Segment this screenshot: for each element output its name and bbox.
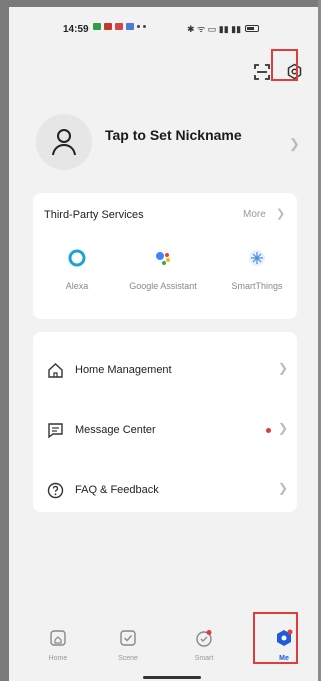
home-icon: [50, 630, 66, 646]
question-icon: [47, 482, 64, 499]
smartthings-icon: [249, 250, 265, 266]
service-smartthings[interactable]: SmartThings: [217, 248, 297, 292]
google-assistant-icon: [156, 252, 170, 265]
service-alexa[interactable]: Alexa: [37, 248, 117, 292]
chevron-right-icon: ❯: [278, 361, 289, 375]
system-status-text: ✱ ᯤ ▭ ▮▮ ▮▮: [187, 24, 242, 34]
tab-smart[interactable]: Smart: [179, 625, 229, 662]
notification-icon: [93, 23, 101, 30]
third-party-services-card: Third-Party Services More ❯ Alexa Google…: [33, 193, 297, 319]
status-bar: 14:59 ✱ ᯤ ▭ ▮▮ ▮▮: [9, 7, 318, 47]
tab-label: Scene: [118, 655, 138, 662]
menu-item-faq-feedback[interactable]: FAQ & Feedback ❯: [33, 460, 297, 520]
tab-scene[interactable]: Scene: [103, 625, 153, 662]
scan-icon[interactable]: [253, 63, 271, 81]
tab-label: Home: [48, 655, 68, 662]
notification-icon: [104, 23, 112, 30]
notification-icons: [93, 23, 146, 30]
services-title: Third-Party Services: [44, 209, 144, 221]
me-tab-highlight-box: [253, 612, 298, 664]
smart-icon: [196, 630, 212, 647]
menu-item-label: FAQ & Feedback: [75, 484, 159, 496]
nickname-prompt[interactable]: Tap to Set Nickname: [105, 127, 242, 143]
message-icon: [48, 423, 63, 439]
chevron-right-icon[interactable]: ❯: [276, 207, 285, 220]
avatar[interactable]: [36, 114, 92, 170]
more-link[interactable]: More: [243, 209, 266, 220]
menu-card: Home Management ❯ Message Center ❯ FAQ &…: [33, 332, 297, 512]
tab-label: Smart: [194, 655, 214, 662]
chevron-right-icon: ❯: [278, 481, 289, 495]
menu-item-label: Home Management: [75, 364, 172, 376]
house-icon: [48, 363, 63, 378]
unread-dot-badge: [266, 428, 271, 433]
notification-dot-icon: [143, 25, 146, 28]
menu-item-message-center[interactable]: Message Center ❯: [33, 400, 297, 460]
menu-item-home-management[interactable]: Home Management ❯: [33, 340, 297, 400]
service-label: SmartThings: [231, 281, 283, 291]
status-time: 14:59: [63, 24, 89, 35]
menu-item-label: Message Center: [75, 424, 156, 436]
notification-icon: [126, 23, 134, 30]
frame-border-left: [0, 0, 9, 681]
system-status-icons: ✱ ᯤ ▭ ▮▮ ▮▮: [187, 22, 260, 35]
scene-icon: [120, 630, 136, 646]
home-indicator: [143, 676, 201, 679]
notification-dot-icon: [137, 25, 140, 28]
alexa-icon: [68, 249, 86, 267]
chevron-right-icon[interactable]: ❯: [289, 136, 300, 152]
settings-highlight-box: [271, 49, 298, 81]
frame-border-top: [0, 0, 321, 7]
user-icon: [52, 129, 76, 156]
tab-home[interactable]: Home: [33, 625, 83, 662]
service-label: Alexa: [65, 281, 89, 291]
frame-border-right: [318, 0, 321, 681]
service-label: Google Assistant: [129, 281, 197, 291]
phone-screen: 14:59 ✱ ᯤ ▭ ▮▮ ▮▮ Tap to Set Nickname ❯ …: [9, 7, 318, 681]
service-google-assistant[interactable]: Google Assistant: [123, 248, 203, 292]
chevron-right-icon: ❯: [278, 421, 289, 435]
battery-icon: [245, 25, 260, 32]
notification-icon: [115, 23, 123, 30]
